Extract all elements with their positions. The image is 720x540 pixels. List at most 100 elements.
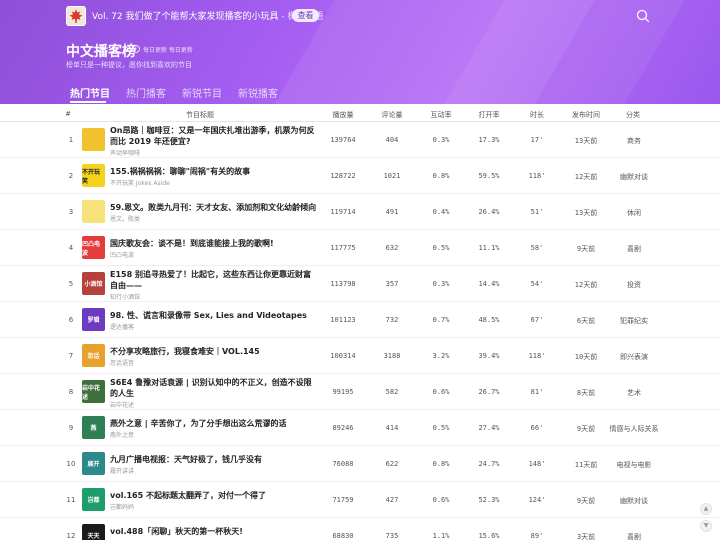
episode-title-link[interactable]: On昂路｜咖啡豆：又是一年国庆扎堆出游季，机票为何反而比 2019 年还便宜?	[110, 125, 318, 147]
episode-title-link[interactable]: vol.165 不起标题太翻弄了，对付一个得了	[110, 490, 318, 501]
episode-title-link[interactable]: 59.恩文。败类九月刊：天才女友、添加剂和文化幼龄倾向	[110, 202, 318, 213]
tab-new-episodes[interactable]: 新锐节目	[182, 85, 222, 100]
podcast-cover[interactable]: 展开	[82, 452, 105, 475]
category-cell[interactable]: 犯罪纪实	[606, 316, 662, 326]
plays-cell: 139764	[330, 136, 356, 144]
cover-label: 小酒馆	[84, 281, 103, 288]
open-rate-cell: 11.1%	[478, 244, 500, 252]
table-row[interactable]: 4 凹凸电波 国庆歌友会：谈不是！到底谁能接上我的歌啊! 凹凸电波 117775 632 0…	[0, 230, 720, 266]
comments-cell: 732	[385, 316, 399, 324]
published-cell: 9天前	[576, 245, 596, 253]
open-rate-cell: 48.5%	[478, 316, 500, 324]
episode-title-link[interactable]: 国庆歌友会：谈不是！到底谁能接上我的歌啊!	[110, 238, 318, 249]
column-comments[interactable]: 评论量	[375, 110, 409, 120]
episode-title-link[interactable]: 98. 性、谎言和录像带 Sex, Lies and Videotapes	[110, 310, 318, 321]
episode-title-link[interactable]: 燕外之意 | 辛苦你了，为了分手想出这么荒谬的话	[110, 418, 318, 429]
podcast-cover[interactable]: 罗辑	[82, 308, 105, 331]
episode-title-link[interactable]: 九月广播电视报：天气好极了，钱几乎没有	[110, 454, 318, 465]
podcast-name[interactable]: 燕外之意	[110, 430, 134, 439]
category-cell[interactable]: 投资	[606, 280, 662, 290]
cover-label: 不开玩笑	[82, 168, 101, 185]
rank-cell: 1	[68, 136, 74, 144]
episode-title-link[interactable]: 不分享攻略旅行，我寝食难安｜VOL.145	[110, 346, 318, 357]
rank-cell: 11	[66, 496, 76, 504]
site-logo[interactable]	[66, 6, 86, 26]
table-row[interactable]: 3 59.恩文。败类九月刊：天才女友、添加剂和文化幼龄倾向 恩文。败类 119714 4…	[0, 194, 720, 230]
table-row[interactable]: 7 忽话 不分享攻略旅行，我寝食难安｜VOL.145 忽话语音 100314 3188 3.…	[0, 338, 720, 374]
rank-cell: 5	[68, 280, 74, 288]
podcast-cover[interactable]: 忽话	[82, 344, 105, 367]
category-cell[interactable]: 幽默对谈	[606, 172, 662, 182]
table-row[interactable]: 11 岂都 vol.165 不起标题太翻弄了，对付一个得了 岂都妈妈 71759 427 0…	[0, 482, 720, 518]
podcast-cover[interactable]: 凹凸电波	[82, 236, 105, 259]
podcast-name[interactable]: 知行小酒馆	[110, 292, 140, 301]
podcast-name[interactable]: 凹凸电波	[110, 250, 134, 259]
category-cell[interactable]: 喜剧	[606, 244, 662, 254]
podcast-cover[interactable]: 不开玩笑	[82, 164, 105, 187]
column-interaction-rate[interactable]: 互动率	[424, 110, 458, 120]
category-cell[interactable]: 电视与电影	[606, 460, 662, 470]
episode-title-link[interactable]: vol.488「闲聊」秋天的第一杯秋天!	[110, 526, 318, 537]
category-cell[interactable]: 艺术	[606, 388, 662, 398]
info-icon[interactable]: i	[132, 45, 140, 53]
published-cell: 6天前	[576, 317, 596, 325]
plays-cell: 128722	[330, 172, 356, 180]
search-icon[interactable]	[636, 9, 650, 23]
podcast-cover[interactable]: 岂都	[82, 488, 105, 511]
table-row[interactable]: 1 On昂路｜咖啡豆：又是一年国庆扎堆出游季，机票为何反而比 2019 年还便宜?…	[0, 122, 720, 158]
announcement-link[interactable]: Vol. 72 我们做了个能帮大家发现播客的小玩具 - 枫言枫语	[92, 9, 324, 22]
table-row[interactable]: 12 天天 vol.488「闲聊」秋天的第一杯秋天! 68830 735 1.1% 15.6…	[0, 518, 720, 540]
podcast-name[interactable]: 忽话语音	[110, 358, 134, 367]
view-button[interactable]: 查看	[292, 9, 319, 22]
column-open-rate[interactable]: 打开率	[472, 110, 506, 120]
podcast-cover[interactable]: 天天	[82, 524, 105, 540]
scroll-down-button[interactable]: ▼	[700, 520, 712, 532]
category-cell[interactable]: 休闲	[606, 208, 662, 218]
podcast-name[interactable]: 岩中花述	[110, 400, 134, 409]
column-published[interactable]: 发布时间	[566, 110, 606, 120]
tab-new-podcasts[interactable]: 新锐播客	[238, 85, 278, 100]
table-row[interactable]: 5 小酒馆 E158 别追寻热爱了！比起它，这些东西让你更靠近财富自由—— 知行小酒馆…	[0, 266, 720, 302]
tab-hot-podcasts[interactable]: 热门播客	[126, 85, 166, 100]
category-cell[interactable]: 喜剧	[606, 532, 662, 540]
podcast-name[interactable]: 不开玩笑 Jokes Aside	[110, 178, 170, 187]
interaction-rate-cell: 0.8%	[432, 460, 450, 468]
podcast-name[interactable]: 声动早咖啡	[110, 148, 140, 157]
podcast-cover[interactable]	[82, 200, 105, 223]
duration-cell: 54'	[530, 280, 544, 288]
interaction-rate-cell: 0.3%	[432, 280, 450, 288]
tab-hot-episodes[interactable]: 热门节目	[70, 85, 110, 100]
published-cell: 12天前	[574, 173, 598, 181]
podcast-name[interactable]: 岂都妈妈	[110, 502, 134, 511]
duration-cell: 148'	[528, 460, 546, 468]
table-row[interactable]: 6 罗辑 98. 性、谎言和录像带 Sex, Lies and Videotapes…	[0, 302, 720, 338]
plays-cell: 99195	[332, 388, 354, 396]
open-rate-cell: 59.5%	[478, 172, 500, 180]
column-plays[interactable]: 播放量	[326, 110, 360, 120]
podcast-name[interactable]: 逻达播客	[110, 322, 134, 331]
duration-cell: 58'	[530, 244, 544, 252]
table-row[interactable]: 8 岩中花述 S6E4 鲁豫对话袁源 | 识别认知中的不正义，创造不设限的人生 岩中花…	[0, 374, 720, 410]
category-cell[interactable]: 情感与人际关系	[606, 424, 662, 434]
episode-title-link[interactable]: 155.祸祸祸祸：聊聊"闹祸"有关的故事	[110, 166, 318, 177]
podcast-cover[interactable]: 燕	[82, 416, 105, 439]
category-cell[interactable]: 即兴表演	[606, 352, 662, 362]
plays-cell: 71759	[332, 496, 354, 504]
podcast-name[interactable]: 恩文。败类	[110, 214, 140, 223]
interaction-rate-cell: 0.5%	[432, 244, 450, 252]
column-duration[interactable]: 时长	[522, 110, 552, 120]
podcast-cover[interactable]: 小酒馆	[82, 272, 105, 295]
podcast-cover[interactable]: 岩中花述	[82, 380, 105, 403]
table-row[interactable]: 10 展开 九月广播电视报：天气好极了，钱几乎没有 履开讲讲 76088 622 0.8% 2…	[0, 446, 720, 482]
category-cell[interactable]: 商务	[606, 136, 662, 146]
table-row[interactable]: 9 燕 燕外之意 | 辛苦你了，为了分手想出这么荒谬的话 燕外之意 89246 414 0.…	[0, 410, 720, 446]
podcast-name[interactable]: 履开讲讲	[110, 466, 134, 475]
category-cell[interactable]: 幽默对谈	[606, 496, 662, 506]
episode-title-link[interactable]: S6E4 鲁豫对话袁源 | 识别认知中的不正义，创造不设限的人生	[110, 377, 318, 399]
table-row[interactable]: 2 不开玩笑 155.祸祸祸祸：聊聊"闹祸"有关的故事 不开玩笑 Jokes Asid…	[0, 158, 720, 194]
podcast-cover[interactable]	[82, 128, 105, 151]
episode-title-link[interactable]: E158 别追寻热爱了！比起它，这些东西让你更靠近财富自由——	[110, 269, 318, 291]
comments-cell: 427	[385, 496, 399, 504]
scroll-up-button[interactable]: ▲	[700, 503, 712, 515]
published-cell: 13天前	[574, 137, 598, 145]
